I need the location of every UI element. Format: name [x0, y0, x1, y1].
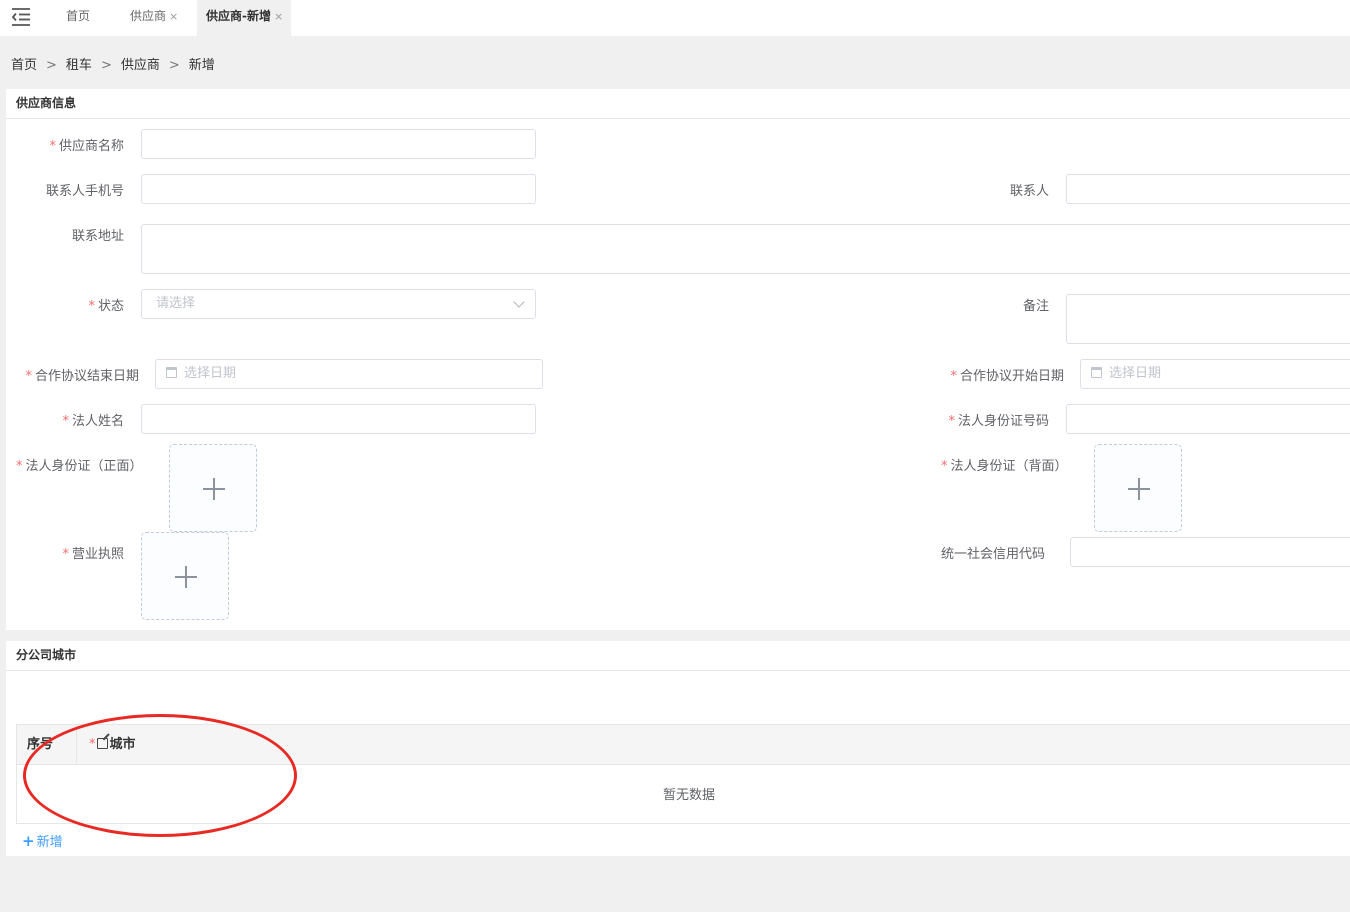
- tab-supplier[interactable]: 供应商 ×: [130, 0, 178, 36]
- panel-title: 分公司城市: [6, 641, 1350, 671]
- contact-phone-input[interactable]: [141, 174, 536, 204]
- contact-phone-label: 联系人手机号: [45, 184, 124, 199]
- tab-label: 供应商-新增: [206, 9, 271, 23]
- status-select[interactable]: 请选择: [141, 289, 536, 319]
- breadcrumb-separator: >: [100, 58, 112, 73]
- column-header-city: * 城市: [89, 737, 136, 752]
- breadcrumb-separator: >: [168, 58, 180, 73]
- supplier-name-label: * 供应商名称: [49, 139, 124, 154]
- tab-label: 首页: [66, 9, 91, 23]
- breadcrumb-item-supplier[interactable]: 供应商: [121, 58, 160, 73]
- edit-icon: [96, 738, 108, 749]
- legal-person-id-input[interactable]: [1066, 404, 1350, 434]
- add-city-button[interactable]: + 新增: [22, 831, 63, 850]
- id-card-front-label: * 法人身份证（正面）: [16, 459, 143, 474]
- breadcrumb-item-car-rental[interactable]: 租车: [66, 58, 92, 73]
- contact-person-input[interactable]: [1066, 174, 1350, 204]
- status-label: * 状态: [88, 299, 124, 314]
- breadcrumb-item-home[interactable]: 首页: [11, 58, 37, 73]
- close-icon[interactable]: ×: [169, 10, 178, 23]
- id-card-back-label: * 法人身份证（背面）: [941, 459, 1068, 474]
- plus-icon: [185, 566, 187, 588]
- agreement-start-date-label: * 合作协议开始日期: [950, 369, 1064, 384]
- plus-icon: [1138, 478, 1140, 500]
- plus-icon: [213, 478, 215, 500]
- column-header-index: 序号: [17, 725, 77, 765]
- menu-collapse-icon[interactable]: [10, 7, 32, 27]
- calendar-icon: [1091, 367, 1102, 378]
- tab-bar: 首页 供应商 × 供应商-新增 ×: [0, 0, 1350, 36]
- table-empty-text: 暂无数据: [17, 765, 1350, 824]
- id-card-front-upload[interactable]: [169, 444, 257, 532]
- date-placeholder: 选择日期: [1109, 366, 1162, 381]
- credit-code-input[interactable]: [1070, 537, 1350, 567]
- contact-address-textarea[interactable]: [141, 224, 1350, 274]
- panel-title: 供应商信息: [6, 89, 1350, 119]
- breadcrumb-item-new: 新增: [188, 58, 215, 73]
- calendar-icon: [166, 367, 177, 378]
- breadcrumb-separator: >: [46, 58, 57, 73]
- supplier-info-panel: 供应商信息 * 供应商名称 联系人手机号 联系人 联系地址 * 状态 请选择 备注 …: [6, 89, 1350, 630]
- chevron-down-icon: [513, 296, 525, 308]
- contact-person-label: 联系人: [1009, 184, 1049, 199]
- supplier-name-input[interactable]: [141, 129, 536, 159]
- remarks-textarea[interactable]: [1066, 294, 1350, 344]
- branch-city-table: 序号 * 城市 暂无数据: [16, 724, 1350, 824]
- legal-person-name-label: * 法人姓名: [62, 414, 124, 429]
- breadcrumb: 首页 > 租车 > 供应商 > 新增: [11, 54, 215, 73]
- table-header: 序号 * 城市: [17, 725, 1350, 765]
- tab-home[interactable]: 首页: [66, 0, 90, 36]
- close-icon[interactable]: ×: [274, 10, 283, 23]
- agreement-end-date-picker[interactable]: 选择日期: [155, 359, 543, 389]
- agreement-end-date-label: * 合作协议结束日期: [25, 369, 139, 384]
- agreement-start-date-picker[interactable]: 选择日期: [1080, 359, 1350, 389]
- branch-city-panel: 分公司城市 序号 * 城市 暂无数据 + 新增: [6, 641, 1350, 856]
- credit-code-label: 统一社会信用代码: [941, 547, 1046, 562]
- business-license-label: * 营业执照: [62, 547, 124, 562]
- contact-address-label: 联系地址: [71, 229, 124, 244]
- plus-icon: +: [22, 832, 35, 850]
- business-license-upload[interactable]: [141, 532, 229, 620]
- add-city-label: 新增: [36, 835, 63, 850]
- id-card-back-upload[interactable]: [1094, 444, 1182, 532]
- legal-person-id-label: * 法人身份证号码: [948, 414, 1049, 429]
- date-placeholder: 选择日期: [184, 366, 237, 381]
- status-placeholder: 请选择: [156, 296, 196, 311]
- tab-label: 供应商: [130, 9, 167, 23]
- remarks-label: 备注: [1022, 299, 1049, 314]
- legal-person-name-input[interactable]: [141, 404, 536, 434]
- tab-supplier-new[interactable]: 供应商-新增 ×: [197, 0, 292, 36]
